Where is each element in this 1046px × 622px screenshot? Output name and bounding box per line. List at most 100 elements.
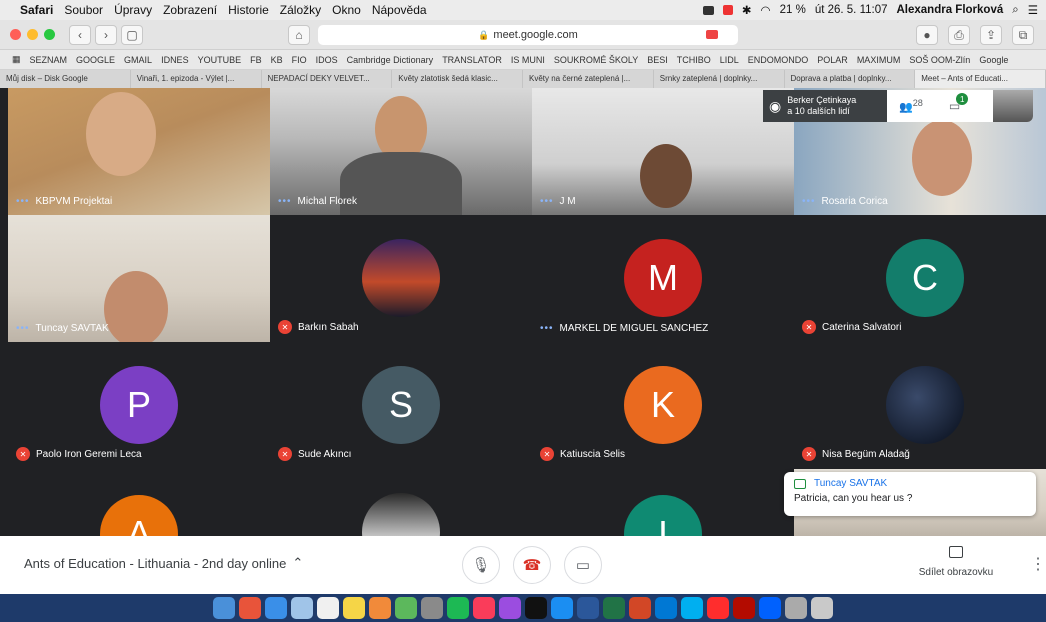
menu-file[interactable]: Soubor [64,3,103,17]
bookmark-item[interactable]: IDOS [316,55,338,65]
participant-tile[interactable]: ••• J M [532,88,794,215]
bookmark-item[interactable]: Google [979,55,1008,65]
participant-tile[interactable] [270,469,532,536]
recording-status-icon[interactable] [722,5,733,15]
participant-tile[interactable]: ✕ Barkın Sabah [270,215,532,342]
bookmark-item[interactable]: GMAIL [124,55,152,65]
bookmark-item[interactable]: MAXIMUM [857,55,901,65]
camera-in-use-icon[interactable] [706,30,718,39]
notes-icon[interactable] [343,597,365,619]
more-options-icon[interactable]: ⋮ [1030,554,1046,574]
browser-tab[interactable]: Vinaři, 1. epizoda - Výlet |... [131,70,262,88]
participant-tile[interactable]: P ✕ Paolo Iron Geremi Leca [8,342,270,469]
participant-tile[interactable]: M ••• MARKEL DE MIGUEL SANCHEZ [532,215,794,342]
share-button[interactable]: ⇪ [980,25,1002,45]
bookmark-item[interactable]: KB [271,55,283,65]
bookmark-item[interactable]: GOOGLE [76,55,115,65]
bookmark-item[interactable]: IDNES [161,55,189,65]
bookmark-item[interactable]: TRANSLATOR [442,55,502,65]
excel-icon[interactable] [603,597,625,619]
participant-tile[interactable]: ✕ Nisa Begüm Aladağ [794,342,1046,469]
forward-button[interactable]: › [95,24,117,45]
spotlight-icon[interactable]: ⌕ [1012,4,1018,17]
browser-tab[interactable]: Srnky zateplená | doplnky... [654,70,785,88]
browser-tab[interactable]: Květy na černé zateplená |... [523,70,654,88]
chat-notification[interactable]: Tuncay SAVTAK Patricia, can you hear us … [784,472,1036,516]
participant-tile[interactable]: A [8,469,270,536]
bookmark-item[interactable]: Cambridge Dictionary [347,55,434,65]
browser-tab[interactable]: Květy zlatotisk šedá klasic... [392,70,523,88]
apps-grid-icon[interactable]: ▦ [12,54,21,65]
address-bar[interactable]: 🔒 meet.google.com [318,25,738,45]
menu-window[interactable]: Okno [332,3,361,17]
bookmark-item[interactable]: SEZNAM [30,55,68,65]
bookmark-item[interactable]: ENDOMONDO [748,55,809,65]
camera-button[interactable]: ▭ [564,546,602,584]
spotify-icon[interactable] [447,597,469,619]
acrobat-icon[interactable] [733,597,755,619]
browser-tab[interactable]: Můj disk – Disk Google [0,70,131,88]
menu-datetime[interactable]: út 26. 5. 11:07 [815,4,888,16]
bookmark-item[interactable]: YOUTUBE [198,55,242,65]
leave-call-button[interactable]: ☎ [513,546,551,584]
dropbox-icon[interactable] [759,597,781,619]
system-preferences-icon[interactable] [421,597,443,619]
powerpoint-icon[interactable] [629,597,651,619]
menu-edit[interactable]: Úpravy [114,3,152,17]
bookmark-item[interactable]: FIO [292,55,307,65]
app-store-icon[interactable] [551,597,573,619]
menu-user[interactable]: Alexandra Florková [897,4,1004,16]
sidebar-toggle-button[interactable]: ▢ [121,24,143,45]
numbers-icon[interactable] [395,597,417,619]
podcasts-icon[interactable] [499,597,521,619]
zoom-window-button[interactable] [44,29,55,40]
participant-tile[interactable]: ••• Tuncay SAVTAK [8,215,270,342]
bookmark-item[interactable]: SOŠ OOM-Zlín [909,55,970,65]
participant-tile[interactable]: I [532,469,794,536]
browser-tab-active[interactable]: Meet – Ants of Educati... [915,70,1046,88]
participant-tile[interactable]: S ✕ Sude Akıncı [270,342,532,469]
photos-icon[interactable] [369,597,391,619]
menu-view[interactable]: Zobrazení [163,3,217,17]
bookmark-item[interactable]: SOUKROMÉ ŠKOLY [554,55,638,65]
self-view-thumbnail[interactable] [993,90,1033,122]
bluetooth-icon[interactable]: ✱ [742,3,752,17]
launchpad-icon[interactable] [239,597,261,619]
participant-tile[interactable]: K ✕ Katiuscia Selis [532,342,794,469]
participant-tile[interactable]: ••• KBPVM Projektai [8,88,270,215]
menu-bookmarks[interactable]: Záložky [280,3,321,17]
skype-icon[interactable] [681,597,703,619]
bookmark-item[interactable]: IS MUNI [511,55,545,65]
trash-icon[interactable] [811,597,833,619]
bookmark-item[interactable]: POLAR [817,55,848,65]
participant-tile[interactable]: C ✕ Caterina Salvatori [794,215,1046,342]
music-icon[interactable] [473,597,495,619]
menu-history[interactable]: Historie [228,3,269,17]
battery-percent[interactable]: 21 % [780,4,806,16]
bookmark-item[interactable]: FB [250,55,262,65]
chat-button[interactable]: ▭ 1 [949,93,969,113]
participants-button[interactable]: 👥28 [899,98,923,114]
meeting-details-button[interactable]: Ants of Education - Lithuania - 2nd day … [24,555,303,571]
minimize-window-button[interactable] [27,29,38,40]
home-button[interactable]: ⌂ [288,24,310,45]
extension-button[interactable]: ● [916,25,938,45]
wifi-icon[interactable]: ◠ [761,3,771,17]
participant-tile[interactable]: ••• Michal Florek [270,88,532,215]
finder-icon[interactable] [213,597,235,619]
camera-status-icon[interactable] [702,5,714,15]
present-screen-button[interactable]: Sdílet obrazovku [916,546,996,578]
close-window-button[interactable] [10,29,21,40]
preview-icon[interactable] [291,597,313,619]
bookmark-item[interactable]: TCHIBO [677,55,711,65]
safari-icon[interactable] [265,597,287,619]
presenter-info[interactable]: ◉ Berker Çetinkaya a 10 dalších lidí [763,90,887,122]
menu-app-name[interactable]: Safari [20,3,53,17]
bookmark-item[interactable]: LIDL [720,55,739,65]
control-center-icon[interactable]: ☰ [1028,3,1038,17]
browser-tab[interactable]: Doprava a platba | doplnky... [785,70,916,88]
calendar-icon[interactable] [317,597,339,619]
onedrive-icon[interactable] [655,597,677,619]
microphone-button[interactable]: 🎙 [462,546,500,584]
word-icon[interactable] [577,597,599,619]
